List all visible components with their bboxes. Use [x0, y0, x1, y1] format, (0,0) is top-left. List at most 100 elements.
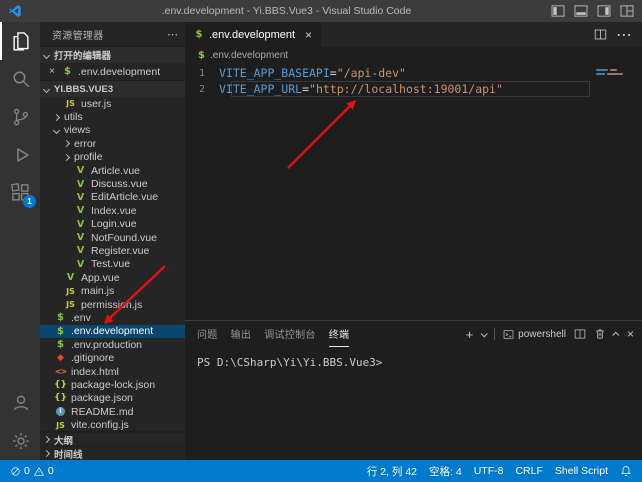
editor-more-actions-icon[interactable]: ⋯ — [616, 25, 633, 45]
chevron-right-icon — [63, 154, 70, 161]
tree-item[interactable]: JSpermission.js — [40, 298, 185, 311]
tree-item-label: profile — [74, 151, 103, 163]
tree-item[interactable]: VApp.vue — [40, 271, 185, 284]
warnings-icon — [33, 466, 45, 477]
activity-run-debug-icon[interactable] — [0, 136, 40, 174]
code-lines: 1VITE_APP_BASEAPI="/api-dev"2VITE_APP_UR… — [185, 65, 642, 97]
status-bar: 0 0 行 2, 列 42 空格: 4 UTF-8 CRLF Shell Script — [0, 460, 642, 482]
vue-file-icon: V — [64, 272, 77, 283]
status-item[interactable]: 空格: 4 — [429, 464, 462, 479]
tree-item[interactable]: iREADME.md — [40, 405, 185, 418]
tree-item-label: Login.vue — [91, 218, 137, 230]
extensions-badge: 1 — [23, 195, 36, 208]
activity-explorer-icon[interactable] — [0, 22, 40, 60]
toggle-sidebar-right-icon[interactable] — [597, 5, 611, 17]
tree-item-label: package-lock.json — [71, 379, 155, 391]
tree-item[interactable]: utils — [40, 110, 185, 123]
activity-search-icon[interactable] — [0, 60, 40, 98]
minimap[interactable] — [594, 67, 638, 77]
tree-item[interactable]: VLogin.vue — [40, 218, 185, 231]
activity-extensions-icon[interactable]: 1 — [0, 174, 40, 212]
terminal-instance-powershell[interactable]: powershell — [503, 329, 566, 340]
chevron-down-icon — [43, 51, 50, 58]
tree-item[interactable]: VNotFound.vue — [40, 231, 185, 244]
tree-item-label: Discuss.vue — [91, 178, 148, 190]
tree-item[interactable]: VTest.vue — [40, 258, 185, 271]
tree-item[interactable]: {}package.json — [40, 392, 185, 405]
terminal-body[interactable]: PS D:\CSharp\Yi\Yi.BBS.Vue3> — [185, 347, 642, 460]
activity-source-control-icon[interactable] — [0, 98, 40, 136]
code-line[interactable]: 2VITE_APP_URL="http://localhost:19001/ap… — [185, 81, 642, 97]
outline-section[interactable]: 大纲 — [40, 432, 185, 446]
vscode-window: .env.development - Yi.BBS.Vue3 - Visual … — [0, 0, 642, 482]
code-token: VITE_APP_URL — [219, 82, 302, 96]
activity-bar: 1 — [0, 22, 40, 460]
tree-item[interactable]: VEditArticle.vue — [40, 191, 185, 204]
new-terminal-icon[interactable]: + — [466, 328, 474, 341]
split-terminal-icon[interactable] — [574, 328, 586, 340]
env-file-icon: $ — [54, 326, 67, 337]
open-editor-item[interactable]: × $ .env.development — [40, 63, 185, 80]
tree-item[interactable]: VIndex.vue — [40, 204, 185, 217]
tree-item[interactable]: VDiscuss.vue — [40, 177, 185, 190]
tree-item[interactable]: $.env — [40, 311, 185, 324]
close-panel-icon[interactable]: × — [627, 327, 634, 341]
open-editors-header[interactable]: 打开的编辑器 — [40, 46, 185, 63]
chevron-right-icon — [43, 436, 50, 443]
tab-env-development[interactable]: $ .env.development × — [185, 22, 321, 47]
tree-item[interactable]: ◆.gitignore — [40, 351, 185, 364]
customize-layout-icon[interactable] — [620, 5, 634, 17]
code-token: = — [330, 66, 337, 80]
status-item[interactable]: 行 2, 列 42 — [367, 464, 417, 479]
timeline-section[interactable]: 时间线 — [40, 446, 185, 460]
tree-item[interactable]: error — [40, 137, 185, 150]
code-editor[interactable]: 1VITE_APP_BASEAPI="/api-dev"2VITE_APP_UR… — [185, 63, 642, 320]
close-icon[interactable]: × — [47, 66, 57, 77]
tab-close-icon[interactable]: × — [305, 28, 312, 42]
toggle-sidebar-left-icon[interactable] — [551, 5, 565, 17]
json-file-icon: {} — [54, 393, 67, 403]
tree-item[interactable]: $.env.development — [40, 325, 185, 338]
settings-gear-icon[interactable] — [0, 422, 40, 460]
toggle-panel-icon[interactable] — [574, 5, 588, 17]
tree-item[interactable]: JSuser.js — [40, 97, 185, 110]
status-right-items: 行 2, 列 42 空格: 4 UTF-8 CRLF Shell Script — [367, 464, 632, 479]
panel-tab[interactable]: 调试控制台 — [264, 321, 316, 347]
status-item[interactable]: Shell Script — [555, 465, 608, 477]
status-item[interactable]: CRLF — [515, 465, 542, 477]
open-editor-file-name: .env.development — [78, 66, 160, 78]
chevron-down-icon — [53, 127, 60, 134]
vue-file-icon: V — [74, 259, 87, 270]
code-token: = — [302, 82, 309, 96]
tree-item[interactable]: <>index.html — [40, 365, 185, 378]
tree-item-label: NotFound.vue — [91, 232, 157, 244]
tree-item[interactable]: $.env.production — [40, 338, 185, 351]
terminal-prompt: PS D:\CSharp\Yi\Yi.BBS.Vue3> — [197, 356, 382, 369]
tree-item[interactable]: VArticle.vue — [40, 164, 185, 177]
maximize-panel-icon[interactable] — [612, 331, 619, 338]
notifications-bell-icon[interactable] — [620, 465, 632, 477]
open-editors-label: 打开的编辑器 — [54, 48, 111, 62]
env-file-icon: $ — [197, 50, 206, 61]
breadcrumb[interactable]: $ .env.development — [185, 47, 642, 63]
split-editor-icon[interactable] — [594, 28, 607, 41]
panel-tab[interactable]: 终端 — [329, 321, 350, 347]
panel-tab[interactable]: 输出 — [231, 321, 252, 347]
problems-status[interactable]: 0 0 — [10, 465, 54, 477]
tree-item-label: Register.vue — [91, 245, 149, 257]
project-section-header[interactable]: YI.BBS.VUE3 — [40, 80, 185, 97]
kill-terminal-trash-icon[interactable] — [594, 328, 606, 340]
tree-item[interactable]: JSvite.config.js — [40, 418, 185, 431]
code-line[interactable]: 1VITE_APP_BASEAPI="/api-dev" — [185, 65, 642, 81]
tree-item[interactable]: VRegister.vue — [40, 244, 185, 257]
tree-item[interactable]: views — [40, 124, 185, 137]
terminal-profile-dropdown-icon[interactable] — [481, 330, 488, 337]
tree-item[interactable]: profile — [40, 151, 185, 164]
tree-item[interactable]: {}package-lock.json — [40, 378, 185, 391]
more-actions-icon[interactable]: ⋯ — [167, 28, 179, 41]
tree-item-label: user.js — [81, 98, 111, 110]
tree-item[interactable]: JSmain.js — [40, 284, 185, 297]
account-icon[interactable] — [0, 384, 40, 422]
status-item[interactable]: UTF-8 — [474, 465, 504, 477]
panel-tab[interactable]: 问题 — [197, 321, 218, 347]
